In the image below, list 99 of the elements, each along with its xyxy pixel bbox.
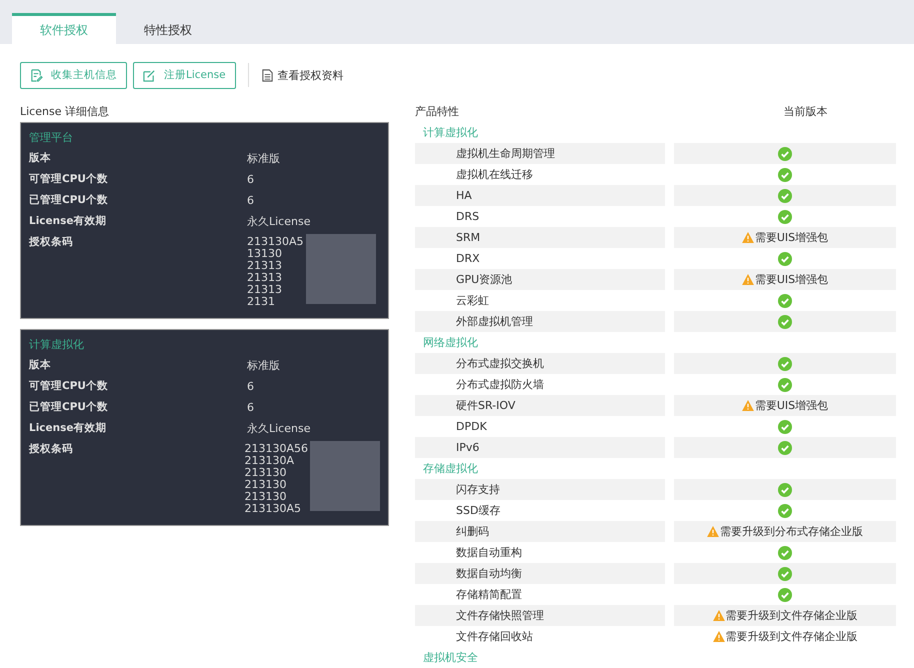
- warning-icon: [742, 274, 754, 285]
- check-icon: [778, 420, 792, 434]
- tab[interactable]: 特性授权: [116, 13, 220, 44]
- status-text: 需要UIS增强包: [754, 230, 828, 245]
- field-value: 6: [247, 400, 254, 416]
- check-icon: [778, 566, 792, 580]
- section-title: License 详细信息: [20, 104, 110, 120]
- check-icon: [778, 546, 792, 560]
- feature-cell-text: DPDK: [455, 419, 488, 435]
- view-license-docs-link[interactable]: 查看授权资料: [260, 68, 344, 82]
- status-text: 需要UIS增强包: [754, 272, 828, 287]
- check-icon: [778, 314, 792, 328]
- feature-cell: HA: [415, 185, 665, 206]
- feature-cell: GPU资源池: [415, 269, 665, 290]
- field-label: License有效期: [29, 214, 108, 229]
- field-label: 版本: [29, 358, 52, 373]
- check-icon: [778, 588, 792, 602]
- check-icon: [778, 440, 792, 454]
- check-icon: [778, 146, 792, 160]
- collect-host-info-button[interactable]: 收集主机信息: [20, 62, 127, 88]
- feature-cell: 纠删码: [415, 521, 665, 542]
- field-value: 永久License: [247, 214, 310, 230]
- feature-cell: IPv6: [415, 437, 665, 458]
- barcode-text: 213130A5: [244, 503, 302, 515]
- check-icon: [778, 168, 792, 182]
- field-value: 永久License: [247, 421, 310, 437]
- barcode-text: 213130A5: [247, 236, 304, 248]
- barcode-text: 13130: [247, 248, 283, 260]
- feature-cell-text: 虚拟机在线迁移: [455, 167, 534, 183]
- field-label: 已管理CPU个数: [29, 400, 109, 415]
- feature-cell-text: 云彩虹: [455, 293, 490, 309]
- group-title: 存储虚拟化: [422, 461, 479, 477]
- field-label: 已管理CPU个数: [29, 193, 109, 208]
- column-header: 产品特性: [415, 104, 460, 120]
- barcode-text: 2131: [247, 296, 276, 308]
- barcode-text: 213130A: [244, 455, 296, 467]
- check-icon: [778, 252, 792, 266]
- barcode-text: 21313: [247, 260, 283, 272]
- feature-cell-text: 存储精简配置: [455, 587, 523, 603]
- redaction-block: [310, 441, 380, 511]
- column-header: 当前版本: [782, 104, 828, 120]
- feature-cell-text: SSD缓存: [455, 503, 502, 519]
- feature-cell: 硬件SR-IOV: [415, 395, 665, 416]
- group-title: 计算虚拟化: [422, 125, 479, 141]
- panel-title: 计算虚拟化: [29, 337, 85, 353]
- feature-cell: 数据自动均衡: [415, 563, 665, 584]
- feature-cell: SRM: [415, 227, 665, 248]
- field-label: License有效期: [29, 421, 108, 436]
- field-label: 授权条码: [29, 235, 74, 250]
- group-title: 虚拟机安全: [422, 650, 479, 666]
- warning-icon: [712, 631, 724, 642]
- field-value: 标准版: [247, 151, 280, 167]
- feature-cell-text: DRS: [455, 209, 480, 225]
- field-value: 6: [247, 172, 254, 188]
- field-value: 标准版: [247, 358, 280, 374]
- status-text: 需要UIS增强包: [754, 398, 828, 413]
- redaction-block: [306, 234, 376, 304]
- warning-icon: [742, 400, 754, 411]
- barcode-text: 213130: [244, 479, 288, 491]
- feature-cell-text: DRX: [455, 251, 481, 267]
- check-icon: [778, 210, 792, 224]
- tab[interactable]: 软件授权: [12, 13, 116, 44]
- status-text: 需要升级到分布式存储企业版: [720, 524, 863, 539]
- status-text: 需要升级到文件存储企业版: [726, 608, 858, 623]
- check-icon: [778, 188, 792, 202]
- feature-cell: 虚拟机生命周期管理: [415, 143, 665, 164]
- group-title: 网络虚拟化: [422, 335, 479, 351]
- feature-cell-text: 数据自动重构: [455, 545, 523, 561]
- field-label: 可管理CPU个数: [29, 172, 109, 187]
- check-icon: [778, 482, 792, 496]
- barcode-text: 21313: [247, 284, 283, 296]
- warning-icon: [707, 526, 719, 537]
- feature-cell: 文件存储快照管理: [415, 605, 665, 626]
- field-label: 可管理CPU个数: [29, 379, 109, 394]
- feature-cell-text: 分布式虚拟防火墙: [455, 377, 545, 393]
- feature-cell-text: 文件存储回收站: [455, 629, 534, 645]
- feature-cell: 闪存支持: [415, 479, 665, 500]
- field-value: 6: [247, 193, 254, 209]
- check-icon: [778, 378, 792, 392]
- check-icon: [778, 504, 792, 518]
- panel-title: 管理平台: [29, 130, 74, 146]
- check-icon: [778, 294, 792, 308]
- document-edit-icon: [30, 68, 43, 82]
- register-license-button[interactable]: 注册License: [133, 62, 236, 88]
- status-text: 需要升级到文件存储企业版: [726, 629, 858, 644]
- barcode-text: 213130: [244, 491, 288, 503]
- barcode-text: 213130A56: [244, 443, 308, 455]
- field-label: 版本: [29, 151, 52, 166]
- field-label: 授权条码: [29, 442, 74, 457]
- barcode-text: 213130: [244, 467, 288, 479]
- document-icon: [260, 68, 274, 82]
- field-value: 6: [247, 379, 254, 395]
- edit-icon: [143, 68, 156, 82]
- feature-cell: 分布式虚拟交换机: [415, 353, 665, 374]
- warning-icon: [742, 232, 754, 243]
- warning-icon: [712, 610, 724, 621]
- check-icon: [778, 356, 792, 370]
- barcode-text: 21313: [247, 272, 283, 284]
- feature-cell: 外部虚拟机管理: [415, 311, 665, 332]
